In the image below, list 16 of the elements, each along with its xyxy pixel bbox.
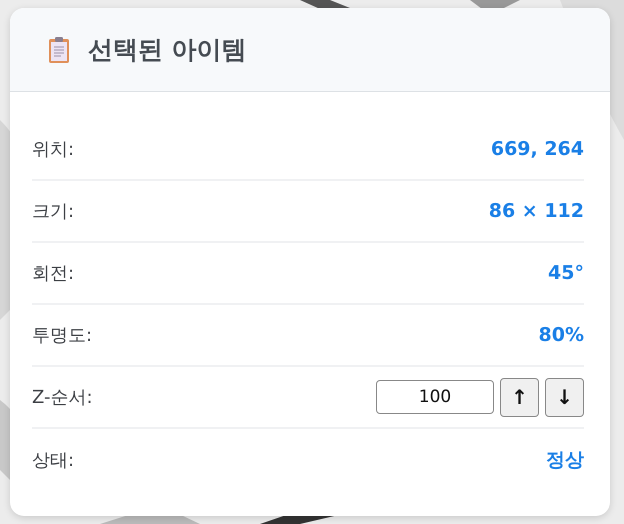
property-value: 정상 — [546, 448, 584, 473]
property-label: 크기: — [32, 200, 74, 223]
move-up-button[interactable]: ↑ — [500, 378, 539, 416]
panel-title: 선택된 아이템 — [88, 34, 247, 66]
property-label: 위치: — [32, 138, 74, 161]
move-down-button[interactable]: ↓ — [545, 378, 584, 416]
clipboard-icon — [48, 36, 70, 64]
property-value: 80% — [538, 324, 584, 346]
property-label: 투명도: — [32, 324, 92, 347]
property-label: 상태: — [32, 449, 74, 472]
property-value: 669, 264 — [490, 138, 584, 160]
property-value: 86 × 112 — [488, 200, 584, 222]
property-value: 45° — [548, 262, 584, 284]
property-label: Z-순서: — [32, 386, 93, 409]
property-label: 회전: — [32, 262, 74, 285]
z-order-field[interactable]: 100 — [376, 380, 494, 414]
